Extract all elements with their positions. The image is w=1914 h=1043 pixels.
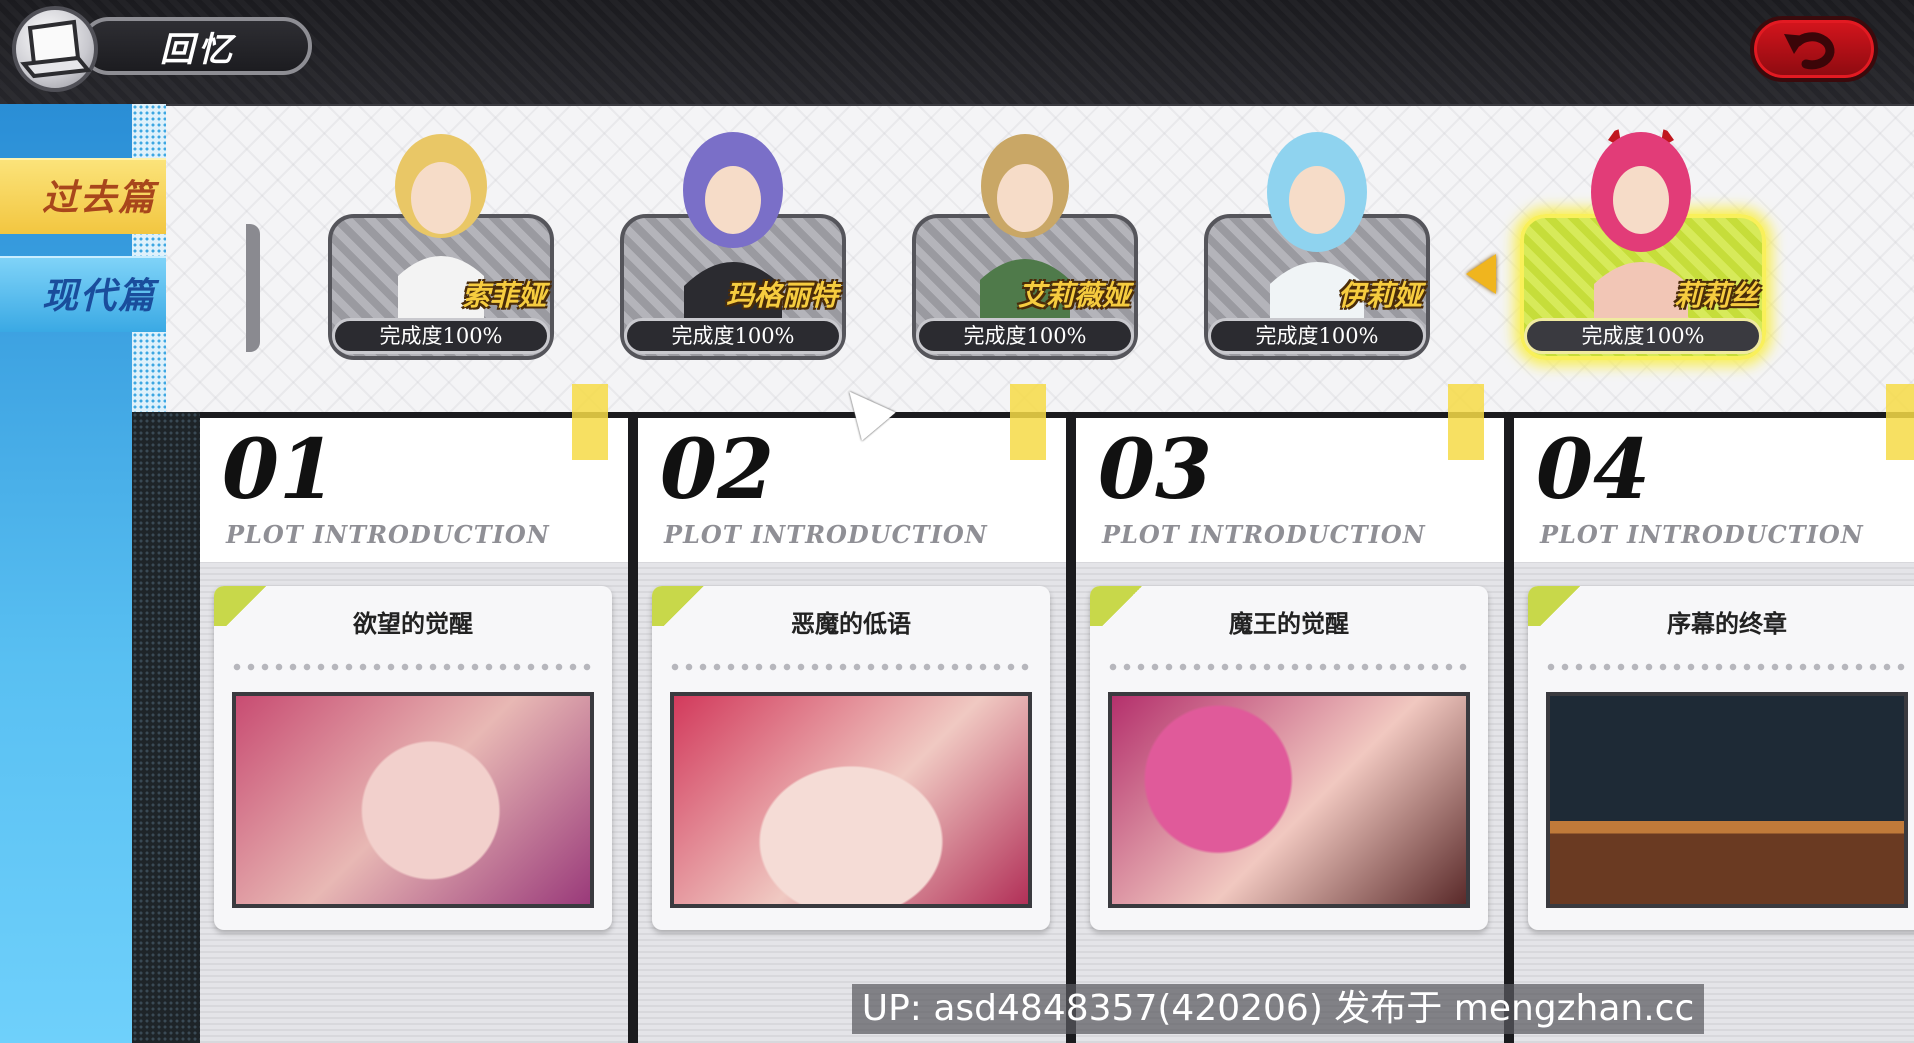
scene-number: 03: [1098, 422, 1213, 518]
character-card-partial[interactable]: [246, 224, 260, 352]
scene-title: 恶魔的低语: [791, 609, 911, 638]
character-name: 玛格丽特: [725, 279, 838, 312]
scene-subtitle: PLOT INTRODUCTION: [664, 520, 988, 549]
scene-subtitle: PLOT INTRODUCTION: [1102, 520, 1426, 549]
back-button[interactable]: [1750, 16, 1878, 82]
chevron-left-icon[interactable]: [1466, 254, 1496, 294]
scene-thumbnail[interactable]: [1546, 692, 1908, 908]
scene-title: 魔王的觉醒: [1229, 609, 1349, 638]
completion-badge: 完成度100%: [624, 318, 842, 354]
scene-title: 欲望的觉醒: [353, 609, 473, 638]
tape-decoration: [1010, 384, 1046, 460]
character-card[interactable]: 艾莉薇娅 完成度100%: [912, 120, 1138, 360]
watermark: UP: asd4848357(420206) 发布于 mengzhan.cc: [852, 984, 1704, 1034]
scene-card[interactable]: 01 PLOT INTRODUCTION 欲望的觉醒: [200, 418, 628, 1043]
scene-number: 04: [1536, 422, 1651, 518]
left-panel: [0, 104, 132, 1043]
scene-card[interactable]: 02 PLOT INTRODUCTION 恶魔的低语: [638, 418, 1066, 1043]
scene-title: 序幕的终章: [1667, 609, 1787, 638]
character-card-selected[interactable]: 莉莉丝 完成度100%: [1520, 120, 1766, 360]
divider: [668, 662, 1034, 672]
character-card[interactable]: 索菲娅 完成度100%: [328, 120, 554, 360]
character-name: 莉莉丝: [1673, 279, 1758, 312]
tape-decoration: [572, 384, 608, 460]
character-name: 索菲娅: [461, 279, 546, 312]
scene-card[interactable]: 04 PLOT INTRODUCTION 序幕的终章: [1514, 418, 1914, 1043]
scene-subtitle: PLOT INTRODUCTION: [226, 520, 550, 549]
character-card[interactable]: 玛格丽特 完成度100%: [620, 120, 846, 360]
scene-card[interactable]: 03 PLOT INTRODUCTION 魔王的觉醒: [1076, 418, 1504, 1043]
character-name: 伊莉娅: [1337, 279, 1422, 312]
tape-decoration: [1448, 384, 1484, 460]
page-title: 回忆: [160, 30, 236, 70]
scene-thumbnail[interactable]: [670, 692, 1032, 908]
character-card[interactable]: 伊莉娅 完成度100%: [1204, 120, 1430, 360]
completion-badge: 完成度100%: [1208, 318, 1426, 354]
scene-number: 02: [660, 422, 775, 518]
return-arrow-icon: [1784, 32, 1835, 70]
scene-thumbnail[interactable]: [232, 692, 594, 908]
character-name: 艾莉薇娅: [1017, 279, 1130, 312]
laptop-icon[interactable]: [12, 6, 98, 92]
tape-decoration: [1886, 384, 1914, 460]
completion-badge: 完成度100%: [916, 318, 1134, 354]
completion-badge: 完成度100%: [332, 318, 550, 354]
left-panel-dark: [132, 412, 200, 1043]
scene-subtitle: PLOT INTRODUCTION: [1540, 520, 1864, 549]
divider: [1106, 662, 1472, 672]
divider: [230, 662, 596, 672]
scene-thumbnail[interactable]: [1108, 692, 1470, 908]
scene-number: 01: [222, 422, 337, 518]
completion-badge: 完成度100%: [1524, 318, 1762, 354]
divider: [1544, 662, 1910, 672]
